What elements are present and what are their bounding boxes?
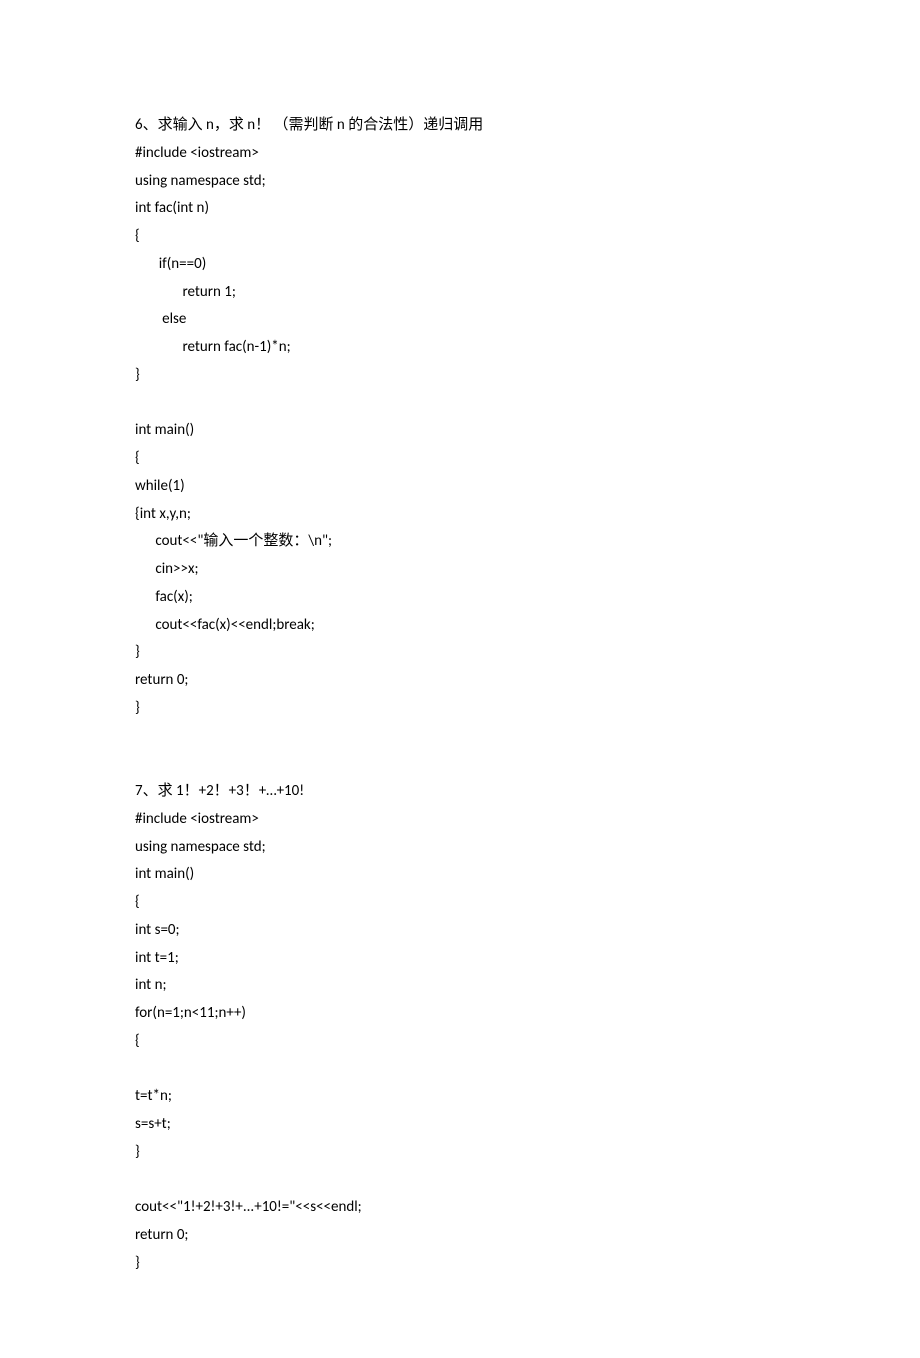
code-line: return 1; bbox=[135, 279, 785, 307]
code-line: else bbox=[135, 306, 785, 334]
code-line: {int x,y,n; bbox=[135, 501, 785, 529]
code-line bbox=[135, 390, 785, 418]
code-line: int main() bbox=[135, 861, 785, 889]
code-line: using namespace std; bbox=[135, 834, 785, 862]
code-line: { bbox=[135, 223, 785, 251]
code-line: s=s+t; bbox=[135, 1111, 785, 1139]
code-line: #include <iostream> bbox=[135, 140, 785, 168]
code-line: return fac(n-1)*n; bbox=[135, 334, 785, 362]
code-line bbox=[135, 1167, 785, 1195]
problem-6-title: 6、求输入 n，求 n！ （需判断 n 的合法性）递归调用 bbox=[135, 112, 785, 140]
code-line: t=t*n; bbox=[135, 1083, 785, 1111]
code-line: } bbox=[135, 695, 785, 723]
code-line bbox=[135, 1056, 785, 1084]
code-line: fac(x); bbox=[135, 584, 785, 612]
code-line: #include <iostream> bbox=[135, 806, 785, 834]
code-line: cout<<"输入一个整数：\n"; bbox=[135, 528, 785, 556]
code-line: int s=0; bbox=[135, 917, 785, 945]
code-line: int n; bbox=[135, 972, 785, 1000]
code-line: } bbox=[135, 639, 785, 667]
code-line: cout<<"1!+2!+3!+...+10!="<<s<<endl; bbox=[135, 1194, 785, 1222]
code-line: } bbox=[135, 362, 785, 390]
code-line: int main() bbox=[135, 417, 785, 445]
code-line: using namespace std; bbox=[135, 168, 785, 196]
code-line: if(n==0) bbox=[135, 251, 785, 279]
code-line: { bbox=[135, 889, 785, 917]
code-line: { bbox=[135, 1028, 785, 1056]
code-line: return 0; bbox=[135, 1222, 785, 1250]
code-line: cout<<fac(x)<<endl;break; bbox=[135, 612, 785, 640]
blank-line bbox=[135, 750, 785, 778]
code-line: cin>>x; bbox=[135, 556, 785, 584]
code-line: int t=1; bbox=[135, 945, 785, 973]
code-line: } bbox=[135, 1250, 785, 1278]
problem-7-title: 7、求 1！+2！+3！+…+10! bbox=[135, 778, 785, 806]
document-page: { "problem6": { "title": "6、求输入 n，求 n！ （… bbox=[0, 0, 920, 1358]
blank-line bbox=[135, 723, 785, 751]
code-line: return 0; bbox=[135, 667, 785, 695]
code-line: while(1) bbox=[135, 473, 785, 501]
code-line: int fac(int n) bbox=[135, 195, 785, 223]
code-line: } bbox=[135, 1139, 785, 1167]
code-line: for(n=1;n<11;n++) bbox=[135, 1000, 785, 1028]
code-line: { bbox=[135, 445, 785, 473]
